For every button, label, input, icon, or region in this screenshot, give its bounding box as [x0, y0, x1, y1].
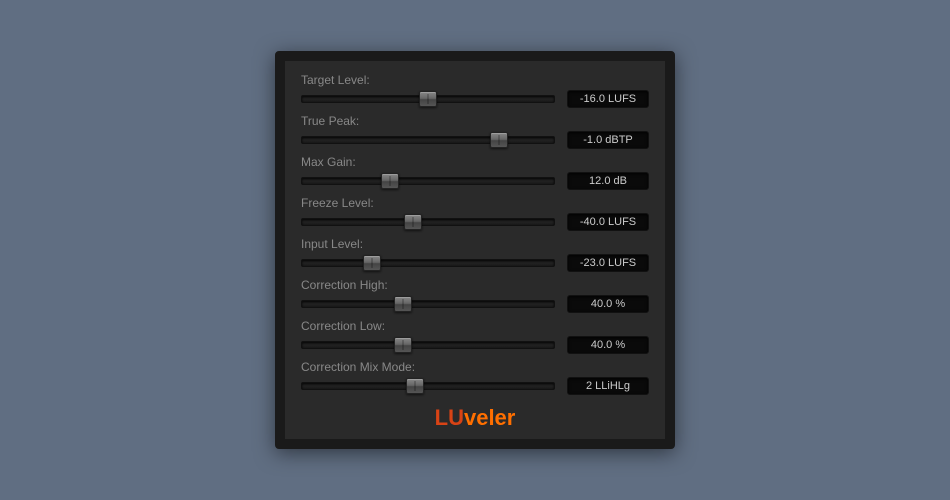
param-label: Input Level:: [301, 237, 649, 251]
param-controls: 40.0 %: [301, 336, 649, 354]
param-row: Target Level: -16.0 LUFS: [301, 73, 649, 108]
param-row: True Peak: -1.0 dBTP: [301, 114, 649, 149]
slider-thumb[interactable]: [419, 91, 437, 107]
slider-thumb[interactable]: [363, 255, 381, 271]
value-display[interactable]: -16.0 LUFS: [567, 90, 649, 108]
param-row: Input Level: -23.0 LUFS: [301, 237, 649, 272]
plugin-logo: LUveler: [301, 405, 649, 431]
slider[interactable]: [301, 132, 555, 148]
slider-thumb[interactable]: [394, 296, 412, 312]
slider-track: [301, 259, 555, 267]
slider-thumb[interactable]: [394, 337, 412, 353]
param-label: Freeze Level:: [301, 196, 649, 210]
slider-thumb[interactable]: [404, 214, 422, 230]
slider[interactable]: [301, 214, 555, 230]
param-controls: -1.0 dBTP: [301, 131, 649, 149]
value-display[interactable]: -40.0 LUFS: [567, 213, 649, 231]
slider-track: [301, 300, 555, 308]
value-display[interactable]: 12.0 dB: [567, 172, 649, 190]
value-display[interactable]: -1.0 dBTP: [567, 131, 649, 149]
param-row: Max Gain: 12.0 dB: [301, 155, 649, 190]
slider[interactable]: [301, 91, 555, 107]
slider-track: [301, 341, 555, 349]
slider-thumb[interactable]: [490, 132, 508, 148]
param-controls: -16.0 LUFS: [301, 90, 649, 108]
param-row: Correction Mix Mode: 2 LLiHLg: [301, 360, 649, 395]
slider[interactable]: [301, 296, 555, 312]
param-controls: -23.0 LUFS: [301, 254, 649, 272]
slider-thumb[interactable]: [381, 173, 399, 189]
slider[interactable]: [301, 255, 555, 271]
param-controls: 12.0 dB: [301, 172, 649, 190]
slider[interactable]: [301, 337, 555, 353]
slider[interactable]: [301, 173, 555, 189]
slider-thumb[interactable]: [406, 378, 424, 394]
value-display[interactable]: 40.0 %: [567, 295, 649, 313]
slider-track: [301, 177, 555, 185]
param-controls: -40.0 LUFS: [301, 213, 649, 231]
value-display[interactable]: 40.0 %: [567, 336, 649, 354]
param-label: Max Gain:: [301, 155, 649, 169]
value-display[interactable]: 2 LLiHLg: [567, 377, 649, 395]
param-label: True Peak:: [301, 114, 649, 128]
logo-prefix: LU: [435, 405, 464, 430]
param-label: Correction High:: [301, 278, 649, 292]
param-row: Correction High: 40.0 %: [301, 278, 649, 313]
logo-suffix: veler: [464, 405, 515, 430]
params-container: Target Level: -16.0 LUFS True Peak: -1.0 dB…: [301, 73, 649, 395]
param-controls: 40.0 %: [301, 295, 649, 313]
slider-track: [301, 218, 555, 226]
param-label: Correction Mix Mode:: [301, 360, 649, 374]
param-row: Freeze Level: -40.0 LUFS: [301, 196, 649, 231]
value-display[interactable]: -23.0 LUFS: [567, 254, 649, 272]
slider[interactable]: [301, 378, 555, 394]
param-row: Correction Low: 40.0 %: [301, 319, 649, 354]
slider-track: [301, 136, 555, 144]
plugin-panel: Target Level: -16.0 LUFS True Peak: -1.0 dB…: [275, 51, 675, 449]
param-label: Target Level:: [301, 73, 649, 87]
param-controls: 2 LLiHLg: [301, 377, 649, 395]
slider-track: [301, 382, 555, 390]
param-label: Correction Low:: [301, 319, 649, 333]
